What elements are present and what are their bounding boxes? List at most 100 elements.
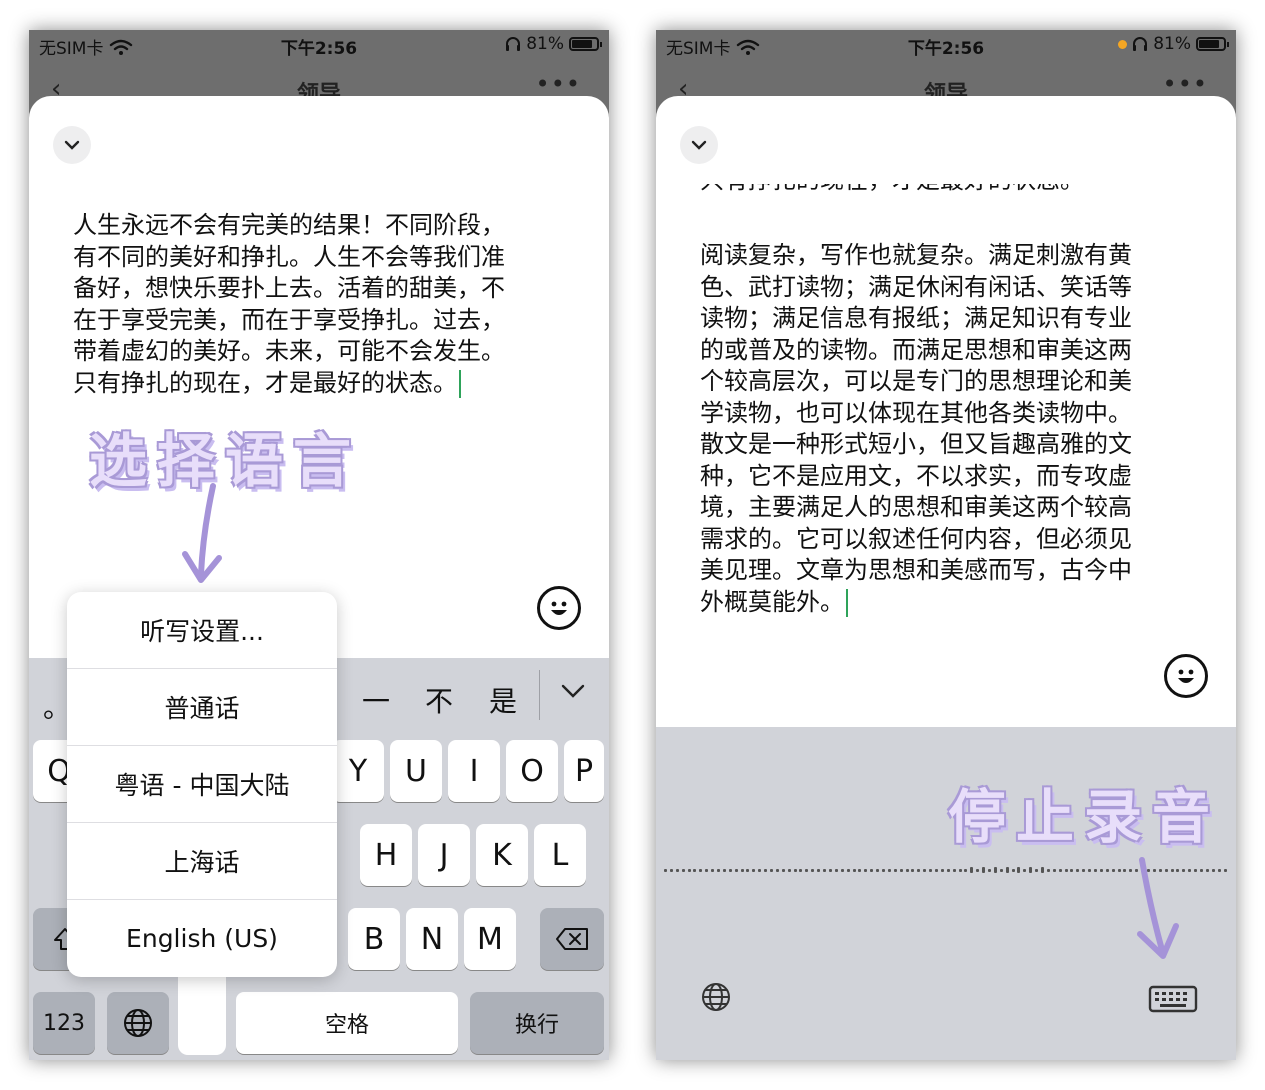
status-bar: 无SIM卡 下午2:56 81%	[656, 30, 1236, 59]
waveform-dot	[893, 868, 897, 872]
waveform-dot	[1105, 868, 1109, 872]
waveform-dot	[746, 868, 750, 872]
key-y[interactable]: Y	[332, 740, 384, 802]
collapse-button[interactable]	[680, 126, 718, 164]
return-key[interactable]: 换行	[470, 992, 604, 1054]
waveform-dot	[817, 868, 821, 872]
menu-item-shanghainese[interactable]: 上海话	[67, 823, 337, 900]
waveform-dot	[775, 868, 779, 872]
waveform-dot	[781, 868, 785, 872]
waveform-dot	[999, 868, 1003, 872]
waveform-dot	[823, 868, 827, 872]
waveform-dot	[1111, 868, 1115, 872]
waveform-dot	[1194, 868, 1198, 872]
waveform-dot	[699, 868, 703, 872]
waveform-dot	[758, 868, 762, 872]
waveform-dot	[940, 868, 944, 872]
key-h[interactable]: H	[360, 824, 412, 886]
candidate-item[interactable]: 一	[362, 680, 390, 720]
waveform-dot	[840, 868, 844, 872]
waveform-dot	[976, 868, 980, 872]
headphones-icon	[1132, 36, 1148, 52]
key-b[interactable]: B	[348, 908, 400, 970]
waveform-dot	[828, 868, 832, 872]
text-caret	[846, 588, 848, 617]
annotation-arrow	[182, 483, 222, 583]
text-editor[interactable]: 阅读复杂，写作也就复杂。满足刺激有黄 色、武打读物；满足休闲有闲话、笑话等 读物…	[700, 240, 1196, 618]
key-k[interactable]: K	[476, 824, 528, 886]
waveform-dot	[946, 868, 950, 872]
waveform-dot	[876, 868, 880, 872]
waveform-dot	[764, 868, 768, 872]
battery-percent: 81%	[526, 34, 564, 54]
globe-icon	[122, 1007, 154, 1039]
key-l[interactable]: L	[534, 824, 586, 886]
language-menu-stem	[178, 970, 226, 1055]
waveform-dot	[1070, 868, 1074, 872]
battery-icon	[569, 37, 602, 51]
waveform-dot	[1017, 867, 1021, 873]
text-editor[interactable]: 人生永远不会有完美的结果！不同阶段， 有不同的美好和挣扎。人生不会等我们准 备好…	[73, 210, 569, 399]
delete-icon	[555, 927, 589, 951]
more-button[interactable]: •••	[536, 70, 581, 98]
waveform-dot	[934, 868, 938, 872]
waveform-dot	[846, 868, 850, 872]
waveform-dot	[958, 868, 962, 872]
waveform-dot	[952, 868, 956, 872]
waveform-dot	[1064, 868, 1068, 872]
waveform-dot	[993, 867, 997, 873]
candidate-item[interactable]: 是	[489, 680, 517, 720]
menu-item-dictation-settings[interactable]: 听写设置...	[67, 592, 337, 669]
menu-item-english-us[interactable]: English (US)	[67, 900, 337, 977]
key-p[interactable]: P	[564, 740, 604, 802]
waveform-dot	[870, 868, 874, 872]
waveform-dot	[1211, 868, 1215, 872]
waveform-dot	[1076, 868, 1080, 872]
waveform-dot	[669, 868, 673, 872]
waveform-dot	[1099, 868, 1103, 872]
editor-text: 人生永远不会有完美的结果！不同阶段， 有不同的美好和挣扎。人生不会等我们准 备好…	[73, 211, 505, 397]
key-o[interactable]: O	[506, 740, 558, 802]
waveform-dot	[905, 868, 909, 872]
waveform-dot	[1117, 868, 1121, 872]
waveform-dot	[987, 868, 991, 872]
key-n[interactable]: N	[406, 908, 458, 970]
waveform-dot	[722, 868, 726, 872]
waveform-dot	[734, 868, 738, 872]
status-bar: 无SIM卡 下午2:56 81%	[29, 30, 609, 59]
waveform-dot	[787, 868, 791, 872]
collapse-button[interactable]	[53, 126, 91, 164]
numbers-key[interactable]: 123	[33, 992, 95, 1054]
key-u[interactable]: U	[390, 740, 442, 802]
waveform-dot	[1029, 867, 1033, 873]
waveform-dot	[805, 868, 809, 872]
waveform-dot	[705, 868, 709, 872]
candidate-divider	[539, 670, 540, 720]
annotation-stop-recording: 停止录音	[948, 783, 1221, 851]
waveform-dot	[1052, 868, 1056, 872]
menu-item-cantonese[interactable]: 粤语 - 中国大陆	[67, 746, 337, 823]
key-i[interactable]: I	[448, 740, 500, 802]
waveform-dot	[1058, 868, 1062, 872]
globe-key[interactable]	[107, 992, 169, 1054]
waveform-dot	[1023, 868, 1027, 872]
waveform-dot	[811, 868, 815, 872]
more-button[interactable]: •••	[1163, 70, 1208, 98]
waveform-dot	[982, 867, 986, 873]
waveform-dot	[881, 868, 885, 872]
waveform-dot	[740, 868, 744, 872]
emoji-icon	[544, 593, 574, 623]
emoji-button[interactable]	[1164, 654, 1208, 698]
chevron-down-icon[interactable]	[561, 684, 585, 698]
globe-icon[interactable]	[700, 981, 732, 1013]
candidate-item[interactable]: 不	[425, 680, 453, 720]
key-j[interactable]: J	[418, 824, 470, 886]
menu-item-mandarin[interactable]: 普通话	[67, 669, 337, 746]
waveform-dot	[1223, 868, 1227, 872]
delete-key[interactable]	[540, 908, 604, 970]
waveform-dot	[864, 868, 868, 872]
space-key[interactable]: 空格	[236, 992, 458, 1054]
keyboard-icon[interactable]	[1148, 985, 1198, 1013]
emoji-button[interactable]	[537, 586, 581, 630]
key-m[interactable]: M	[464, 908, 516, 970]
